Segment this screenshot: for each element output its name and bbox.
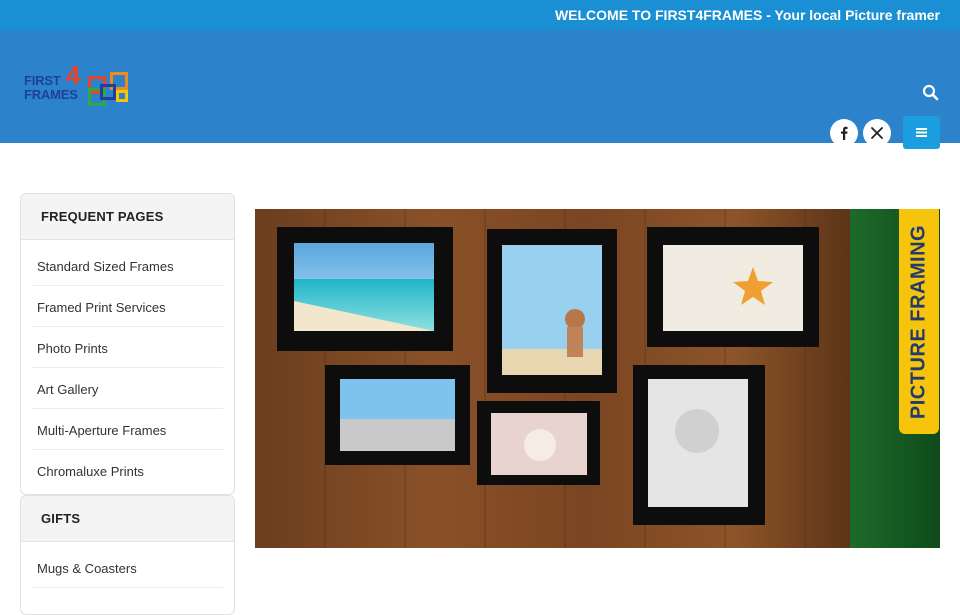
frequent-pages-panel: FREQUENT PAGES Standard Sized Frames Fra… — [20, 193, 235, 495]
frequent-pages-title: FREQUENT PAGES — [21, 194, 234, 240]
logo-square-blue — [100, 84, 116, 100]
sidebar-item-chromaluxe-prints[interactable]: Chromaluxe Prints — [32, 450, 223, 491]
menu-icon — [916, 128, 927, 137]
logo-square-yellow — [116, 90, 128, 102]
sidebar-item-framed-print-services[interactable]: Framed Print Services — [32, 286, 223, 327]
logo-text-four: 4 — [66, 60, 81, 90]
sidebar-item-multi-aperture-frames[interactable]: Multi-Aperture Frames — [32, 409, 223, 450]
search-button[interactable] — [920, 82, 942, 104]
sidebar-item-photo-prints[interactable]: Photo Prints — [32, 327, 223, 368]
sidebar-item-mugs-coasters[interactable]: Mugs & Coasters — [32, 547, 223, 588]
x-twitter-button[interactable] — [863, 119, 891, 147]
banner-image — [255, 209, 940, 548]
welcome-message: WELCOME TO FIRST4FRAMES - Your local Pic… — [554, 7, 940, 23]
site-header: FIRST 4 FRAMES — [0, 30, 960, 149]
menu-toggle-button[interactable] — [903, 116, 940, 149]
top-bar: WELCOME TO FIRST4FRAMES - Your local Pic… — [0, 0, 960, 30]
sidebar-item-standard-sized-frames[interactable]: Standard Sized Frames — [32, 245, 223, 286]
logo-text-frames: FRAMES — [24, 87, 78, 102]
banner-tag: PICTURE FRAMING — [899, 209, 939, 434]
hero-banner[interactable] — [255, 209, 940, 548]
banner-label: PICTURE FRAMING — [907, 224, 930, 419]
x-twitter-icon — [871, 127, 883, 139]
search-icon — [922, 84, 939, 101]
logo-text-first: FIRST — [24, 73, 61, 88]
gifts-title: GIFTS — [21, 496, 234, 542]
facebook-button[interactable] — [830, 119, 858, 147]
sidebar-item-art-gallery[interactable]: Art Gallery — [32, 368, 223, 409]
site-logo[interactable]: FIRST 4 FRAMES — [24, 62, 132, 108]
gifts-panel: GIFTS Mugs & Coasters — [20, 495, 235, 615]
facebook-icon — [841, 126, 848, 140]
